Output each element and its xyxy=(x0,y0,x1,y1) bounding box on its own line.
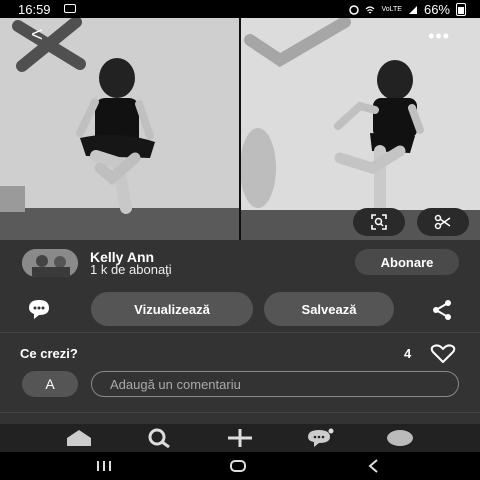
more-icon: ••• xyxy=(428,26,450,46)
recent-apps-icon xyxy=(97,461,111,471)
pin-image[interactable] xyxy=(0,18,480,240)
status-time: 16:59 xyxy=(18,2,51,17)
user-avatar[interactable]: A xyxy=(22,371,78,397)
cut-button[interactable] xyxy=(417,208,469,236)
wifi-icon xyxy=(366,5,375,13)
comment-input[interactable] xyxy=(91,371,459,397)
more-options-button[interactable]: ••• xyxy=(428,26,450,47)
alarm-icon xyxy=(349,4,360,15)
battery-icon xyxy=(456,3,466,16)
divider xyxy=(0,412,480,413)
profile-icon xyxy=(387,430,413,446)
home-nav-icon xyxy=(230,460,246,472)
back-nav-icon xyxy=(368,459,378,473)
heart-icon[interactable] xyxy=(430,344,456,364)
home-icon xyxy=(67,430,91,446)
scissors-icon xyxy=(434,214,451,230)
back-nav-button[interactable] xyxy=(360,456,388,476)
tab-create[interactable] xyxy=(225,426,255,450)
comments-heading: Ce crezi? xyxy=(20,346,78,361)
tab-search[interactable] xyxy=(145,426,175,450)
network-label: VoLTE xyxy=(381,6,402,13)
visual-search-button[interactable] xyxy=(353,208,405,236)
back-arrow-icon: < xyxy=(31,23,43,46)
home-nav-button[interactable] xyxy=(224,456,252,476)
like-count: 4 xyxy=(404,346,412,361)
follower-count: 1 k de abonaţi xyxy=(90,262,172,277)
save-button[interactable]: Salvează xyxy=(264,292,394,326)
signal-icon xyxy=(408,5,417,14)
visual-search-icon xyxy=(371,214,387,230)
plus-icon xyxy=(228,429,252,447)
messages-icon xyxy=(308,428,334,447)
status-bar: 16:59 VoLTE 66% xyxy=(0,0,480,18)
share-icon[interactable] xyxy=(430,298,454,322)
tab-home[interactable] xyxy=(64,426,94,450)
comment-icon[interactable] xyxy=(26,298,52,320)
follow-button[interactable]: Abonare xyxy=(355,249,459,275)
visualize-button[interactable]: Vizualizează xyxy=(91,292,253,326)
divider xyxy=(0,332,480,333)
search-icon xyxy=(148,428,170,448)
tab-messages[interactable] xyxy=(305,426,335,450)
tab-profile[interactable] xyxy=(385,426,415,450)
status-icons: VoLTE 66% xyxy=(349,2,466,17)
battery-percent: 66% xyxy=(423,2,450,17)
creator-avatar[interactable] xyxy=(22,249,78,277)
recent-apps-button[interactable] xyxy=(90,456,118,476)
gallery-notification-icon xyxy=(64,4,76,13)
back-button[interactable]: < xyxy=(26,24,48,46)
